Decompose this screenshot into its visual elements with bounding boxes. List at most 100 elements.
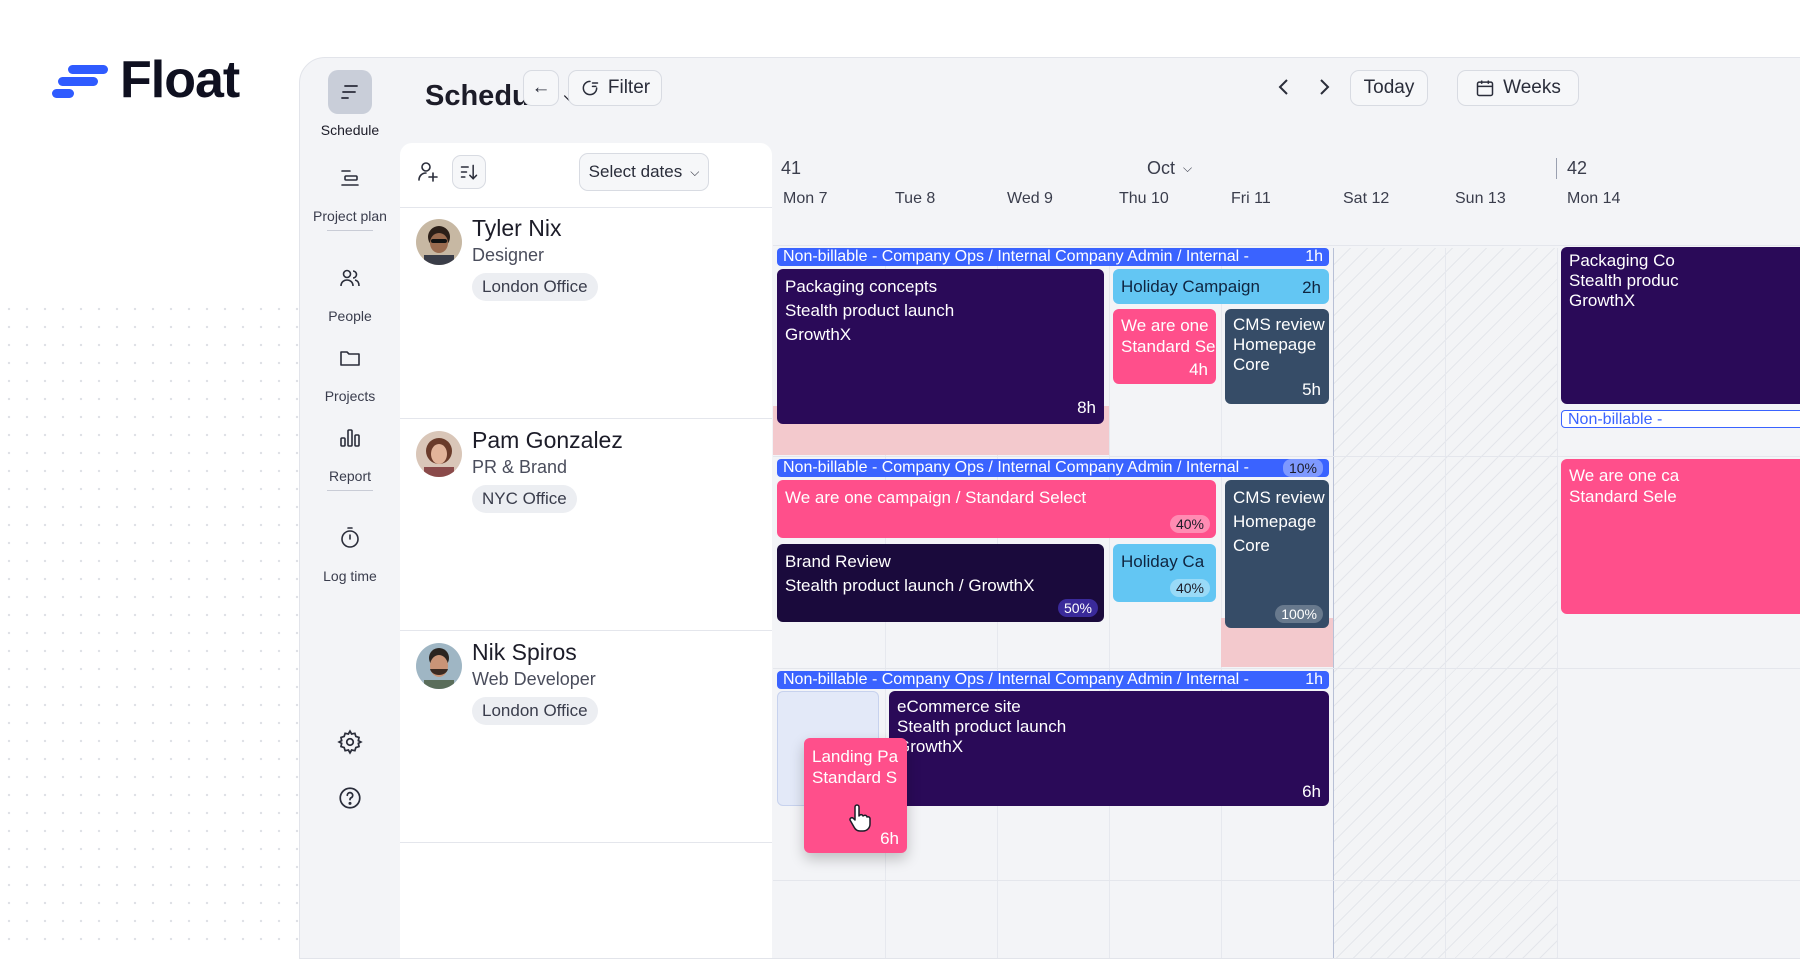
hand-pointer-icon: [849, 804, 871, 832]
month-dropdown[interactable]: Oct ⌵: [1147, 158, 1192, 179]
task-packaging-concepts-next[interactable]: Packaging Co Stealth produc GrowthX: [1561, 247, 1800, 404]
chevron-down-icon: ⌵: [690, 164, 700, 179]
task-percent: 50%: [1057, 599, 1098, 617]
person-row[interactable]: Pam Gonzalez PR & Brand NYC Office: [400, 419, 772, 631]
folder-icon: [328, 336, 372, 380]
task-line: CMS review: [1233, 488, 1325, 507]
task-line: Core: [1233, 536, 1270, 555]
task-hours: 4h: [1189, 360, 1208, 379]
task-nonbillable[interactable]: Non-billable - Company Ops / Internal Co…: [777, 671, 1329, 689]
brand-name: Float: [120, 51, 240, 109]
task-line: We are one ca: [1569, 466, 1680, 485]
office-tag: NYC Office: [472, 485, 577, 513]
person-row[interactable]: Nik Spiros Web Developer London Office: [400, 631, 772, 843]
side-nav: Schedule Project plan People Projects Re…: [300, 58, 400, 958]
nav-item-report[interactable]: Report: [300, 416, 400, 484]
task-landing-page-dragging[interactable]: Landing Pa Standard S 6h: [804, 738, 907, 853]
people-tools: Select dates ⌵: [400, 143, 772, 208]
task-cms-review[interactable]: CMS review Homepage Core 100%: [1225, 480, 1329, 628]
arrow-left-icon: ←: [531, 77, 551, 98]
nav-item-log-time[interactable]: Log time: [300, 516, 400, 584]
calendar-icon: [1476, 80, 1494, 97]
task-percent: 10%: [1282, 459, 1323, 477]
chevron-left-icon: [1278, 79, 1288, 95]
person-role: Web Developer: [472, 669, 596, 689]
task-cms-review[interactable]: CMS review Homepage Core 5h: [1225, 309, 1329, 404]
view-label: Weeks: [1503, 77, 1561, 98]
nav-item-project-plan[interactable]: Project plan: [300, 156, 400, 224]
task-label: Non-billable - Company Ops / Internal Co…: [783, 671, 1249, 688]
settings-button[interactable]: [300, 720, 400, 772]
nav-label: Report: [328, 468, 372, 484]
nav-item-schedule[interactable]: Schedule: [300, 70, 400, 138]
day-header: Tue 8: [895, 190, 936, 207]
nav-item-people[interactable]: People: [300, 256, 400, 324]
task-nonbillable[interactable]: Non-billable - Company Ops / Internal Co…: [777, 459, 1329, 477]
people-icon: [328, 256, 372, 300]
week-number: 42: [1556, 158, 1587, 179]
nav-label: Log time: [323, 568, 377, 584]
task-nonbillable-tentative[interactable]: Non-billable -: [1561, 410, 1800, 428]
avatar: [416, 643, 462, 689]
gear-icon: [328, 720, 372, 764]
chevron-down-icon: ⌵: [1183, 161, 1193, 175]
task-percent: 40%: [1169, 579, 1210, 597]
filter-button[interactable]: Filter: [568, 70, 662, 106]
week-number: 41: [781, 158, 802, 178]
task-line: Stealth product launch: [897, 717, 1067, 736]
task-hours: 1h: [1305, 671, 1323, 688]
people-panel: Select dates ⌵ Tyler Nix Designer London…: [400, 143, 772, 958]
float-logo-icon: [52, 59, 108, 101]
person-row[interactable]: Tyler Nix Designer London Office: [400, 207, 772, 419]
nav-label: Projects: [324, 388, 376, 404]
app-window: Schedule Project plan People Projects Re…: [299, 57, 1800, 959]
task-line: Standard Sele: [1569, 487, 1677, 506]
help-button[interactable]: [300, 776, 400, 828]
decorative-dot-pattern: [0, 300, 300, 945]
task-line: Packaging Co: [1569, 251, 1675, 270]
day-header: Wed 9: [1007, 190, 1053, 207]
avatar: [416, 219, 462, 265]
task-line: GrowthX: [1569, 291, 1636, 310]
day-header: Mon 14: [1567, 190, 1621, 207]
sort-button[interactable]: [452, 155, 486, 189]
nav-item-projects[interactable]: Projects: [300, 336, 400, 404]
nav-label: People: [328, 308, 372, 324]
select-dates-dropdown[interactable]: Select dates ⌵: [579, 153, 709, 191]
task-holiday-campaign[interactable]: Holiday Ca 40%: [1113, 544, 1216, 602]
task-line: Brand Review: [785, 552, 891, 571]
task-holiday-campaign[interactable]: Holiday Campaign 2h: [1113, 269, 1329, 304]
schedule-grid: 41 Oct ⌵ 42 Mon 7 Tue 8 Wed 9 Thu 10 Fri…: [773, 140, 1800, 958]
add-person-button[interactable]: [416, 159, 440, 188]
task-packaging-concepts[interactable]: Packaging concepts Stealth product launc…: [777, 269, 1104, 424]
next-week-button[interactable]: [1317, 77, 1331, 103]
day-header: Fri 11: [1231, 190, 1271, 207]
task-line: Packaging concepts: [785, 277, 938, 296]
task-we-are-one-next[interactable]: We are one ca Standard Sele: [1561, 459, 1800, 614]
brand-logo: Float: [52, 50, 240, 110]
task-percent: 40%: [1169, 515, 1210, 533]
task-hours: 8h: [1077, 398, 1096, 417]
task-brand-review[interactable]: Brand Review Stealth product launch / Gr…: [777, 544, 1104, 622]
today-button[interactable]: Today: [1350, 70, 1428, 106]
task-line: We are one: [1121, 316, 1209, 335]
task-hours: 5h: [1302, 380, 1321, 399]
day-header: Sun 13: [1455, 190, 1506, 207]
task-we-are-one-campaign[interactable]: We are one campaign / Standard Select 40…: [777, 480, 1216, 538]
add-person-icon: [418, 162, 438, 182]
day-header: Mon 7: [783, 190, 828, 207]
task-line: Holiday Ca: [1121, 552, 1205, 571]
back-button[interactable]: ←: [523, 70, 559, 106]
view-weeks-dropdown[interactable]: Weeks: [1457, 70, 1579, 106]
task-nonbillable[interactable]: Non-billable - Company Ops / Internal Co…: [777, 248, 1329, 266]
task-we-are-one[interactable]: We are one Standard Se 4h: [1113, 309, 1216, 384]
filter-icon: [582, 80, 599, 96]
task-hours: 1h: [1305, 248, 1323, 265]
chevron-right-icon: [1320, 79, 1330, 95]
nav-divider: [327, 230, 373, 231]
task-ecommerce-site[interactable]: eCommerce site Stealth product launch Gr…: [889, 691, 1329, 806]
select-dates-label: Select dates: [588, 162, 683, 181]
prev-week-button[interactable]: [1277, 77, 1291, 103]
person-name: Pam Gonzalez: [472, 427, 623, 453]
person-role: Designer: [472, 245, 545, 265]
